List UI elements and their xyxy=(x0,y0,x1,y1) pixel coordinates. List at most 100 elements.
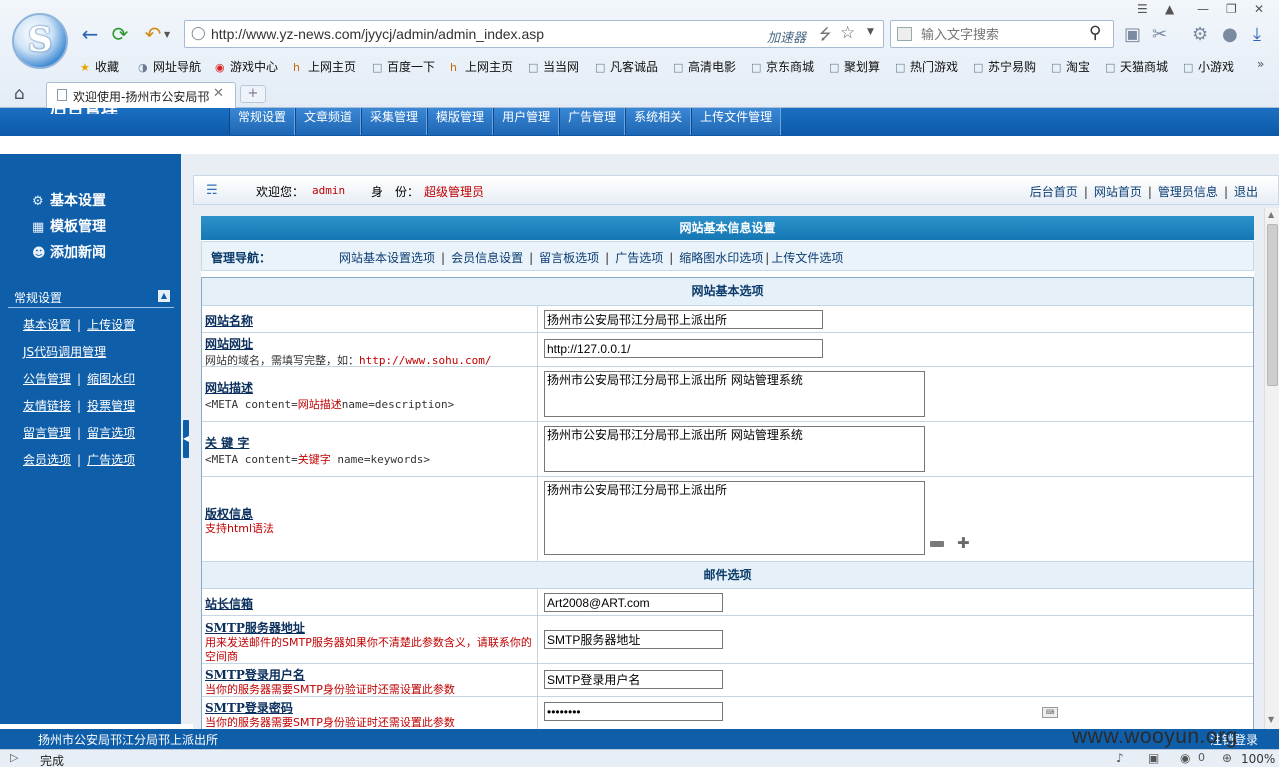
play-icon[interactable]: ▷ xyxy=(10,751,18,764)
sidebar-section-header[interactable]: 常规设置 ▲ xyxy=(8,286,174,308)
menu-item-articles[interactable]: 文章频道 xyxy=(295,108,362,135)
bookmark-item[interactable]: □ 百度一下 xyxy=(372,58,435,75)
smtp-user-input[interactable] xyxy=(544,670,723,689)
scissors-icon[interactable]: ✂ xyxy=(1152,24,1167,45)
nav-link-basic[interactable]: 网站基本设置选项 xyxy=(339,251,435,265)
expand-textarea-icon[interactable]: ✚ xyxy=(957,535,970,551)
menu-item-general[interactable]: 常规设置 xyxy=(229,108,296,135)
nav-link-uploads[interactable]: 上传文件选项 xyxy=(771,251,843,265)
bookmark-item[interactable]: ★ 收藏 xyxy=(80,58,119,75)
collapse-sidebar-handle[interactable]: ◀ xyxy=(183,420,189,458)
scrollbar-thumb[interactable] xyxy=(1267,224,1278,386)
accelerator-label[interactable]: 加速器 xyxy=(767,27,806,46)
address-bar[interactable]: ◯ 加速器 ⭍ ☆ ▼ xyxy=(184,20,884,48)
menu-item-uploads[interactable]: 上传文件管理 xyxy=(691,108,782,135)
sidebar-item-announcements[interactable]: 公告管理 xyxy=(23,372,71,386)
search-icon[interactable]: ⚲ xyxy=(1089,23,1101,43)
sidebar-item-js-code[interactable]: JS代码调用管理 xyxy=(23,345,106,359)
bookmark-item[interactable]: □ 高清电影 xyxy=(673,58,736,75)
close-window-icon[interactable]: ✕ xyxy=(1254,2,1264,16)
back-arrow-icon[interactable]: ← xyxy=(78,22,102,46)
nav-link-watermark[interactable]: 缩略图水印选项 xyxy=(679,251,763,265)
more-icon[interactable]: ● xyxy=(1222,24,1238,45)
menu-item-system[interactable]: 系统相关 xyxy=(625,108,692,135)
admin-email-input[interactable] xyxy=(544,593,723,612)
minimize-icon[interactable]: — xyxy=(1197,2,1209,16)
sidebar-item-message-options[interactable]: 留言选项 xyxy=(87,426,135,440)
sidebar-item-member-options[interactable]: 会员选项 xyxy=(23,453,71,467)
scroll-up-icon[interactable]: ▲ xyxy=(1268,210,1274,219)
chevron-right-icon[interactable]: » xyxy=(1257,57,1264,71)
site-desc-textarea[interactable]: 扬州市公安局邗江分局邗上派出所 网站管理系统 xyxy=(544,371,925,417)
speaker-icon[interactable]: ♪ xyxy=(1116,751,1124,765)
zoom-icon[interactable]: ⊕ xyxy=(1222,751,1232,765)
menu-icon[interactable]: ☰ xyxy=(1137,2,1148,16)
bookmark-item[interactable]: □ 天猫商城 xyxy=(1105,58,1168,75)
download-icon[interactable]: ⤓ xyxy=(1253,24,1261,45)
menu-item-users[interactable]: 用户管理 xyxy=(493,108,560,135)
bookmark-item[interactable]: ◑ 网址导航 xyxy=(138,58,201,75)
sidebar-item-votes[interactable]: 投票管理 xyxy=(87,399,135,413)
smtp-password-input[interactable] xyxy=(544,702,723,721)
device-icon[interactable]: ▣ xyxy=(1148,751,1159,765)
refresh-icon[interactable]: ⟳ xyxy=(108,22,132,46)
url-input[interactable] xyxy=(211,24,751,44)
sidebar-item-messages[interactable]: 留言管理 xyxy=(23,426,71,440)
close-icon[interactable]: ✕ xyxy=(213,86,224,101)
star-icon[interactable]: ☆ xyxy=(840,23,855,43)
link-admin-info[interactable]: 管理员信息 xyxy=(1158,185,1218,199)
sidebar-item-basic-settings[interactable]: 基本设置 xyxy=(23,318,71,332)
collapse-icon[interactable]: ▲ xyxy=(158,290,170,302)
sidebar-link-add-news[interactable]: ☻ 添加新闻 xyxy=(32,242,106,262)
menu-item-templates[interactable]: 模版管理 xyxy=(427,108,494,135)
bookmark-item[interactable]: □ 小游戏 xyxy=(1183,58,1234,75)
keyboard-icon[interactable]: ⌨ xyxy=(1042,707,1058,718)
nav-link-members[interactable]: 会员信息设置 xyxy=(451,251,523,265)
bookmark-item[interactable]: h 上网主页 xyxy=(450,58,513,75)
sidebar-item-upload-settings[interactable]: 上传设置 xyxy=(87,318,135,332)
vertical-scrollbar[interactable]: ▲ ▼ xyxy=(1264,208,1279,729)
sidebar-item-watermark[interactable]: 缩图水印 xyxy=(87,372,135,386)
badge-icon[interactable]: ◉ xyxy=(1180,751,1190,765)
menu-item-collect[interactable]: 采集管理 xyxy=(361,108,428,135)
nav-link-ads[interactable]: 广告选项 xyxy=(615,251,663,265)
link-site-home[interactable]: 网站首页 xyxy=(1094,185,1142,199)
scroll-down-icon[interactable]: ▼ xyxy=(1268,715,1274,724)
sidebar-item-ad-options[interactable]: 广告选项 xyxy=(87,453,135,467)
bookmark-item[interactable]: □ 热门游戏 xyxy=(895,58,958,75)
sidebar-item-friend-links[interactable]: 友情链接 xyxy=(23,399,71,413)
link-admin-home[interactable]: 后台首页 xyxy=(1030,185,1078,199)
bookmark-item[interactable]: □ 当当网 xyxy=(528,58,579,75)
site-url-input[interactable] xyxy=(544,339,823,358)
home-icon[interactable]: ⌂ xyxy=(14,84,25,104)
bookmark-item[interactable]: □ 凡客诚品 xyxy=(595,58,658,75)
keywords-textarea[interactable]: 扬州市公安局邗江分局邗上派出所 网站管理系统 xyxy=(544,426,925,472)
browser-search-box[interactable]: ⚲ xyxy=(890,20,1114,48)
smtp-server-input[interactable] xyxy=(544,630,723,649)
search-engine-icon[interactable] xyxy=(897,27,912,41)
bookmark-item[interactable]: ◉ 游戏中心 xyxy=(215,58,278,75)
undo-dropdown-icon[interactable]: ▼ xyxy=(164,30,170,39)
bookmark-item[interactable]: h 上网主页 xyxy=(293,58,356,75)
search-input[interactable] xyxy=(921,24,1081,44)
zoom-level[interactable]: 100% xyxy=(1241,752,1275,766)
skin-icon[interactable]: ▲ xyxy=(1165,2,1174,16)
shrink-textarea-icon[interactable] xyxy=(930,541,944,547)
chevron-down-icon[interactable]: ▼ xyxy=(867,27,874,37)
site-name-input[interactable] xyxy=(544,310,823,329)
new-tab-button[interactable]: + xyxy=(240,85,266,103)
nav-link-guestbook[interactable]: 留言板选项 xyxy=(539,251,599,265)
extension-icon[interactable]: ▣ xyxy=(1124,24,1141,45)
copyright-textarea[interactable]: 扬州市公安局邗江分局邗上派出所 xyxy=(544,481,925,555)
bolt-icon[interactable]: ⭍ xyxy=(819,24,832,49)
bookmark-item[interactable]: □ 淘宝 xyxy=(1051,58,1090,75)
bookmark-item[interactable]: □ 苏宁易购 xyxy=(973,58,1036,75)
restore-icon[interactable]: ❐ xyxy=(1226,2,1237,16)
undo-icon[interactable]: ↶ xyxy=(141,22,165,46)
menu-item-ads[interactable]: 广告管理 xyxy=(559,108,626,135)
link-logout[interactable]: 退出 xyxy=(1234,185,1258,199)
sidebar-link-basic[interactable]: ⚙ 基本设置 xyxy=(32,190,106,210)
sidebar-link-templates[interactable]: ▦ 模板管理 xyxy=(32,216,106,236)
key-icon[interactable]: ⚙ xyxy=(1192,24,1208,45)
bookmark-item[interactable]: □ 聚划算 xyxy=(829,58,880,75)
